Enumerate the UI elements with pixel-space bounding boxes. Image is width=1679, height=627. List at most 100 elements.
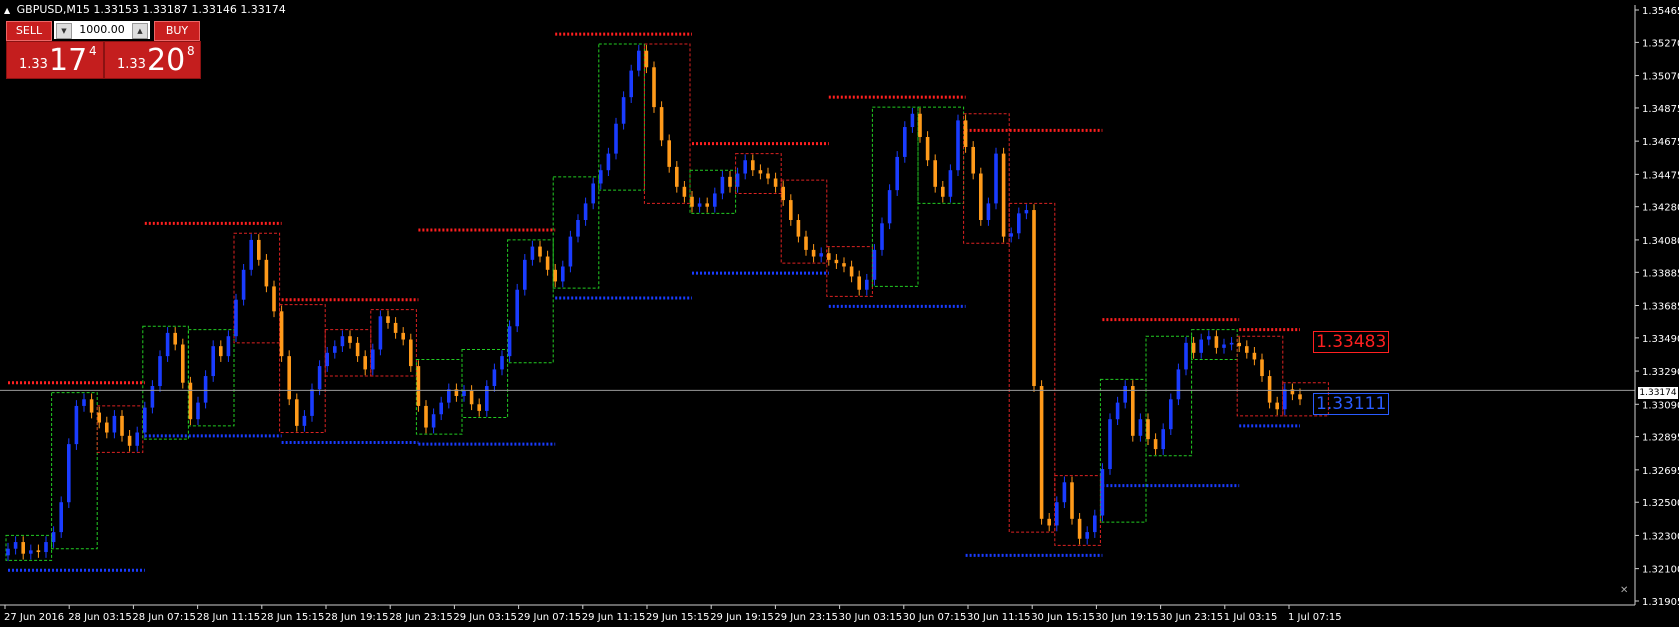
bull-candle <box>986 203 991 221</box>
chart-frame <box>0 5 1636 606</box>
bear-candle <box>188 382 193 420</box>
bear-candle <box>416 366 421 406</box>
bull-candle <box>241 269 246 300</box>
bull-candle <box>82 399 86 406</box>
bull-candle <box>948 170 953 197</box>
price-tick-label: 1.32500 <box>1642 498 1679 509</box>
buy-quote[interactable]: 1.33 20 8 <box>104 41 201 79</box>
price-tick-label: 1.35270 <box>1642 38 1679 49</box>
bull-candle <box>67 444 71 503</box>
price-tick-label: 1.34080 <box>1642 236 1679 247</box>
bull-candle <box>51 532 56 543</box>
bull-candle <box>29 550 33 554</box>
collapse-triangle-icon[interactable]: ▲ <box>4 6 10 15</box>
close-chart-icon[interactable]: ✕ <box>1620 585 1628 596</box>
bull-candle <box>530 246 535 260</box>
bear-candle <box>409 339 413 367</box>
price-tick-label: 1.32895 <box>1642 433 1679 444</box>
sell-button[interactable]: SELL <box>6 21 52 41</box>
bull-candle <box>1176 369 1181 400</box>
lot-size-stepper[interactable]: ▼ 1000.00 ▲ <box>54 21 150 39</box>
bear-candle <box>469 390 474 405</box>
sell-quote-prefix: 1.33 <box>19 57 48 72</box>
decrease-lot-icon[interactable]: ▼ <box>56 23 72 39</box>
buy-quote-pips: 20 <box>147 43 186 78</box>
bull-candle <box>431 414 436 428</box>
bull-candle <box>196 402 200 420</box>
bear-candle <box>849 266 854 277</box>
bull-candle <box>143 407 147 433</box>
one-click-trading-panel: SELL ▼ 1000.00 ▲ BUY 1.33 17 4 1.33 20 8 <box>6 21 201 79</box>
bear-candle <box>1131 386 1135 436</box>
bull-candle <box>211 346 215 377</box>
bull-candle <box>910 113 915 128</box>
bear-candle <box>675 166 679 187</box>
bull-candle <box>515 289 519 327</box>
buy-button[interactable]: BUY <box>154 21 200 41</box>
bear-candle <box>1146 419 1150 440</box>
price-chart[interactable]: 1.35465 1.35270 1.35070 1.34875 1.34675 1.344… <box>0 0 1679 627</box>
bear-candle <box>1001 153 1006 237</box>
bull-candle <box>1207 336 1211 340</box>
bear-candle <box>181 344 185 383</box>
bull-candle <box>614 123 618 154</box>
time-tick-label: 1 Jul 07:15 <box>1288 612 1342 623</box>
sell-quote-pips: 17 <box>49 43 88 78</box>
bull-candle <box>1283 389 1287 410</box>
bull-candle <box>994 153 998 204</box>
price-tick-label: 1.31905 <box>1642 597 1679 608</box>
bear-candle <box>1260 359 1264 377</box>
bull-candle <box>735 173 740 187</box>
bull-candle <box>1100 469 1105 516</box>
bear-candle <box>127 435 132 446</box>
bear-candle <box>295 399 299 426</box>
bear-candle <box>979 173 983 221</box>
bull-candle <box>59 502 63 533</box>
bear-candle <box>796 220 801 237</box>
bull-candle <box>1024 210 1029 214</box>
bear-candle <box>97 412 101 423</box>
bear-candle <box>827 253 831 260</box>
bear-candle <box>766 173 770 179</box>
bear-candle <box>401 332 405 340</box>
time-tick-label: 30 Jun 07:15 <box>903 612 967 623</box>
time-tick-label: 28 Jun 03:15 <box>68 612 132 623</box>
lot-size-value[interactable]: 1000.00 <box>79 23 125 36</box>
time-tick-label: 29 Jun 07:15 <box>518 612 582 623</box>
bull-candle <box>865 279 869 290</box>
time-tick-label: 29 Jun 15:15 <box>646 612 710 623</box>
price-tick-label: 1.32300 <box>1642 531 1679 542</box>
bull-candle <box>158 356 162 387</box>
bull-candle <box>112 415 117 433</box>
bull-candle <box>500 356 504 370</box>
bear-candle <box>933 160 937 187</box>
bull-candle <box>226 336 231 357</box>
price-tick-label: 1.34875 <box>1642 104 1679 115</box>
time-axis[interactable]: 27 Jun 2016 28 Jun 03:15 28 Jun 07:15 28 Ju… <box>4 605 1342 623</box>
bull-candle <box>1085 532 1089 539</box>
bull-candle <box>523 259 527 290</box>
bull-candle <box>485 386 489 411</box>
bear-candle <box>1252 352 1257 360</box>
time-tick-label: 28 Jun 23:15 <box>389 612 453 623</box>
bear-candle <box>21 542 25 554</box>
bull-candle <box>1184 342 1188 370</box>
time-tick-label: 30 Jun 15:15 <box>1031 612 1095 623</box>
bear-candle <box>219 346 223 357</box>
bear-candle <box>758 170 763 174</box>
price-tick-label: 1.32695 <box>1642 466 1679 477</box>
bull-candle <box>150 386 155 408</box>
sell-quote[interactable]: 1.33 17 4 <box>6 41 104 79</box>
bear-candle <box>393 322 398 333</box>
bear-candle <box>477 404 481 411</box>
down-range-box <box>1008 202 1056 533</box>
bull-candle <box>1123 386 1127 403</box>
bull-candle <box>819 253 823 257</box>
increase-lot-icon[interactable]: ▲ <box>132 23 148 39</box>
bear-candle <box>773 178 778 187</box>
bear-candle <box>89 399 94 413</box>
price-axis[interactable]: 1.35465 1.35270 1.35070 1.34875 1.34675 1.344… <box>1635 6 1679 608</box>
bull-candle <box>302 415 307 426</box>
bull-candle <box>568 236 573 267</box>
bull-candle <box>720 176 725 194</box>
